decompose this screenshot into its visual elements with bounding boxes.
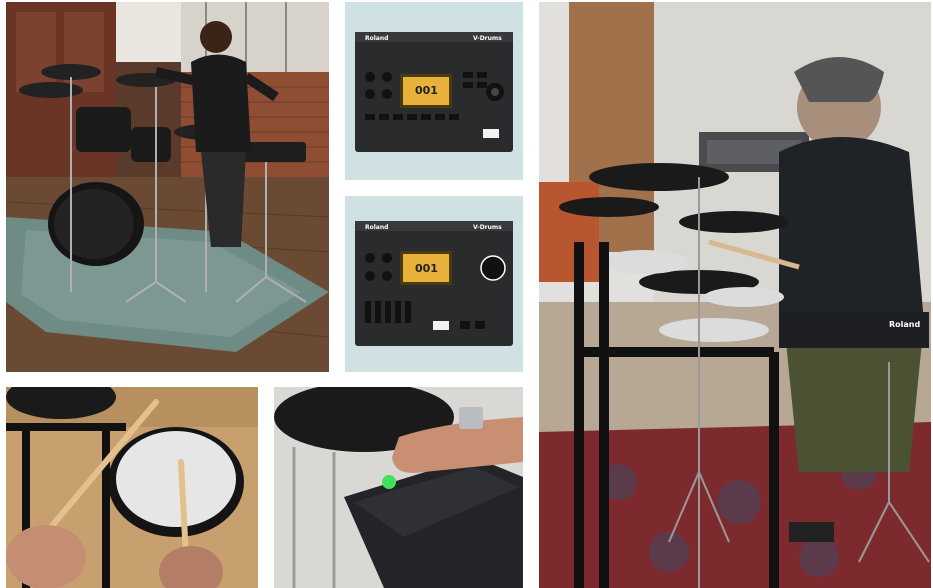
photo-sound-module-bottom: Roland V-Drums 001	[345, 196, 523, 372]
photo-man-drum-kit: Roland	[539, 2, 931, 588]
module-screen-number-top: 001	[415, 84, 438, 97]
module-brand-right: Roland	[889, 320, 920, 329]
module-series-bottom: V-Drums	[473, 224, 502, 231]
module-screen-number-bottom: 001	[415, 262, 438, 275]
photo-woman-drum-kit	[6, 2, 329, 372]
module-brand-bottom: Roland	[365, 224, 388, 231]
module-brand-top: Roland	[365, 35, 388, 42]
module-series-top: V-Drums	[473, 35, 502, 42]
photo-pad-with-sticks	[6, 387, 258, 588]
photo-module-closeup	[274, 387, 523, 588]
photo-sound-module-top: Roland V-Drums 001	[345, 2, 523, 180]
